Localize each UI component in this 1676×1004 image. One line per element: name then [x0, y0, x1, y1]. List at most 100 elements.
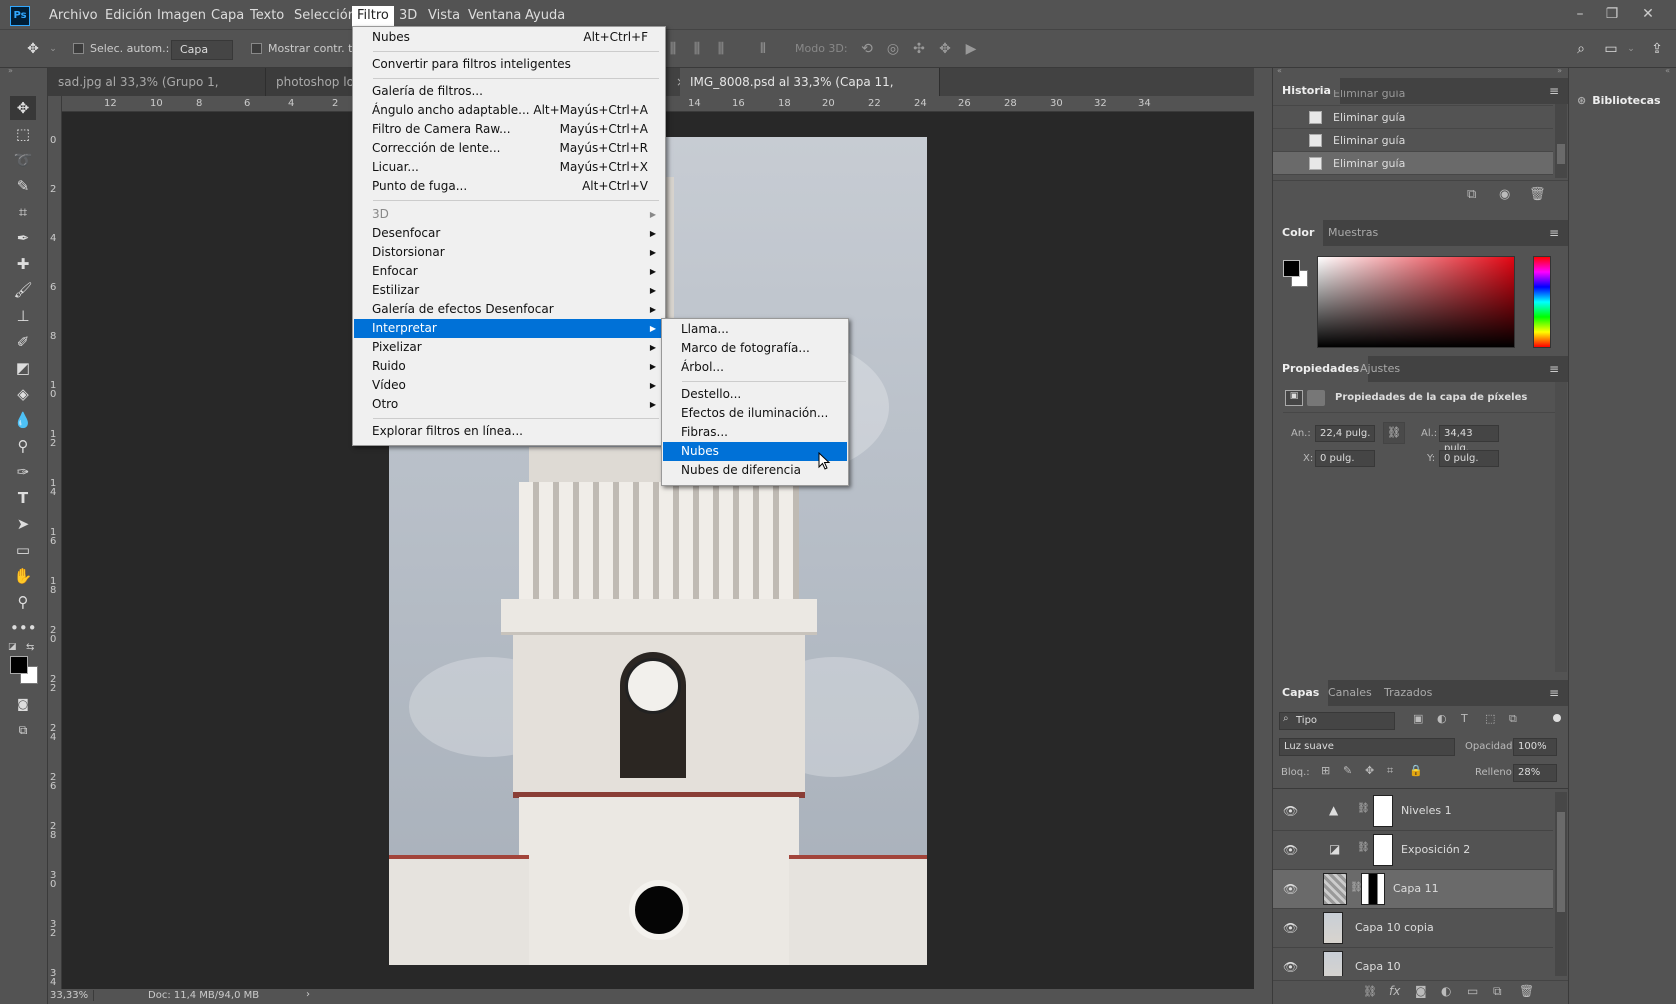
lasso-tool-icon[interactable]: ➰	[10, 148, 36, 172]
blur-tool-icon[interactable]: 💧	[10, 408, 36, 432]
new-group-icon[interactable]: ▭	[1467, 984, 1478, 998]
slide-3d-icon[interactable]: ✥	[936, 40, 954, 58]
tab-muestras[interactable]: Muestras	[1319, 220, 1387, 246]
menu-item-lens-correction[interactable]: Corrección de lente... Mayús+Ctrl+R	[354, 139, 664, 158]
history-row-selected[interactable]: Eliminar guía	[1273, 152, 1553, 175]
color-spectrum-field[interactable]	[1317, 256, 1515, 348]
trash-icon[interactable]: 🗑	[1519, 984, 1534, 998]
menu-item-browse-online[interactable]: Explorar filtros en línea...	[354, 422, 664, 441]
eye-icon[interactable]: 👁	[1283, 921, 1298, 935]
menu-item-enfocar[interactable]: Enfocar ▶	[354, 262, 664, 281]
search-icon[interactable]: ⌕	[1572, 40, 1590, 58]
collapse-icon[interactable]: «	[1277, 66, 1282, 75]
menu-seleccion[interactable]: Selección	[289, 6, 361, 26]
menu-capa[interactable]: Capa	[206, 6, 249, 26]
quick-mask-icon[interactable]: ◙	[10, 692, 36, 716]
collapse-icon[interactable]: »	[8, 66, 13, 75]
new-layer-icon[interactable]: ⧉	[1493, 984, 1502, 999]
height-input[interactable]: 34,43 pulg.	[1439, 425, 1499, 454]
history-row[interactable]: Eliminar guía	[1273, 129, 1553, 152]
layer-thumbnail[interactable]	[1323, 912, 1343, 944]
type-filter-icon[interactable]: T	[1461, 712, 1468, 725]
fx-icon[interactable]: fx	[1389, 984, 1400, 998]
distribute-icon[interactable]: ⫴	[754, 40, 772, 58]
layer-row[interactable]: 👁 Capa 10	[1273, 948, 1553, 976]
share-icon[interactable]: ⇪	[1648, 40, 1666, 58]
mask-icon[interactable]	[1307, 390, 1325, 406]
quick-select-tool-icon[interactable]: ✎	[10, 174, 36, 198]
layer-thumbnail[interactable]	[1323, 873, 1347, 905]
vertical-ruler[interactable]: 0 2 4 6 8 1 0 1 2 1 4 1 6 1 8 2 0 2 2 2 4 2 6 2 8 3 0 3 …	[48, 96, 62, 989]
y-input[interactable]: 0 pulg.	[1439, 450, 1499, 467]
swap-colors-icon[interactable]: ⇆	[26, 642, 34, 653]
menu-item-adaptive-wide-angle[interactable]: Ángulo ancho adaptable... Alt+Mayús+Ctrl+…	[354, 101, 664, 120]
tab-trazados[interactable]: Trazados	[1375, 680, 1441, 706]
menu-item-ruido[interactable]: Ruido ▶	[354, 357, 664, 376]
layer-row[interactable]: 👁 ▲ ⛓ Niveles 1	[1273, 792, 1553, 831]
menu-texto[interactable]: Texto	[245, 6, 289, 26]
camera-icon[interactable]: ◉	[1499, 187, 1510, 202]
workspace-icon[interactable]: ▭	[1602, 40, 1620, 58]
layer-mask-thumbnail[interactable]	[1373, 795, 1393, 827]
new-document-from-state-icon[interactable]: ⧉	[1467, 187, 1476, 202]
menu-item-smart-filters[interactable]: Convertir para filtros inteligentes	[354, 55, 664, 74]
menu-item-marco-fotografia[interactable]: Marco de fotografía...	[663, 339, 847, 358]
panel-menu-icon[interactable]: ≡	[1549, 226, 1559, 240]
screen-mode-icon[interactable]: ⧉	[10, 718, 36, 742]
width-input[interactable]: 22,4 pulg.	[1315, 425, 1375, 442]
clone-stamp-tool-icon[interactable]: ⊥	[10, 304, 36, 328]
roll-3d-icon[interactable]: ◎	[884, 40, 902, 58]
eyedropper-tool-icon[interactable]: ✒	[10, 226, 36, 250]
foreground-color-swatch[interactable]	[10, 656, 28, 674]
shape-filter-icon[interactable]: ⬚	[1485, 712, 1495, 725]
menu-filtro[interactable]: Filtro	[352, 6, 394, 26]
healing-brush-tool-icon[interactable]: ✚	[10, 252, 36, 276]
pixel-filter-icon[interactable]: ▣	[1413, 712, 1423, 725]
type-tool-icon[interactable]: T	[10, 486, 36, 510]
pen-tool-icon[interactable]: ✑	[10, 460, 36, 484]
menu-item-last-filter[interactable]: Nubes Alt+Ctrl+F	[354, 28, 664, 47]
lock-artboard-icon[interactable]: ⌗	[1387, 764, 1393, 778]
layer-thumbnail[interactable]	[1323, 951, 1343, 976]
doc-tab[interactable]: sad.jpg al 33,3% (Grupo 1, RGB/8*) *×	[48, 68, 266, 117]
menu-item-distorsionar[interactable]: Distorsionar ▶	[354, 243, 664, 262]
menu-item-pixelizar[interactable]: Pixelizar ▶	[354, 338, 664, 357]
add-mask-icon[interactable]: ◙	[1415, 984, 1427, 998]
tab-ajustes[interactable]: Ajustes	[1351, 356, 1409, 382]
scrollbar[interactable]	[1555, 382, 1567, 672]
menu-archivo[interactable]: Archivo	[44, 6, 103, 26]
eye-icon[interactable]: 👁	[1283, 960, 1298, 974]
panel-menu-icon[interactable]: ≡	[1549, 686, 1559, 700]
move-tool-icon[interactable]: ✥	[24, 40, 42, 58]
tab-canales[interactable]: Canales	[1319, 680, 1381, 706]
auto-select-checkbox[interactable]	[73, 43, 84, 54]
layer-mask-thumbnail[interactable]	[1373, 834, 1393, 866]
foreground-color-swatch[interactable]	[1283, 260, 1300, 277]
path-selection-tool-icon[interactable]: ➤	[10, 512, 36, 536]
default-colors-icon[interactable]: ◪	[8, 642, 17, 652]
status-menu-arrow-icon[interactable]: ›	[306, 989, 310, 1000]
eye-icon[interactable]: 👁	[1283, 882, 1298, 896]
scrollbar[interactable]	[1555, 792, 1567, 976]
layer-mask-thumbnail[interactable]	[1361, 873, 1385, 905]
crop-tool-icon[interactable]: ⌗	[10, 200, 36, 224]
new-adjustment-icon[interactable]: ◐	[1441, 984, 1451, 998]
panel-menu-icon[interactable]: ≡	[1549, 362, 1559, 376]
eraser-tool-icon[interactable]: ◩	[10, 356, 36, 380]
link-layers-icon[interactable]: ⛓	[1363, 985, 1377, 998]
lock-all-icon[interactable]: 🔒	[1409, 764, 1423, 777]
paint-bucket-tool-icon[interactable]: ◈	[10, 382, 36, 406]
lock-pixels-icon[interactable]: ✎	[1343, 764, 1352, 777]
chevron-down-icon[interactable]: ⌄	[44, 40, 62, 58]
menu-item-fibras[interactable]: Fibras...	[663, 423, 847, 442]
menu-item-estilizar[interactable]: Estilizar ▶	[354, 281, 664, 300]
hue-slider[interactable]	[1533, 256, 1551, 348]
link-icon[interactable]: ⛓	[1383, 422, 1405, 444]
menu-item-filter-gallery[interactable]: Galería de filtros...	[354, 82, 664, 101]
align-icon[interactable]: ⫼	[712, 40, 730, 58]
pan-3d-icon[interactable]: ✣	[910, 40, 928, 58]
orbit-3d-icon[interactable]: ⟲	[858, 40, 876, 58]
tab-color[interactable]: Color	[1273, 220, 1324, 246]
menu-vista[interactable]: Vista	[423, 6, 465, 26]
opacity-input[interactable]: 100%	[1513, 738, 1557, 756]
